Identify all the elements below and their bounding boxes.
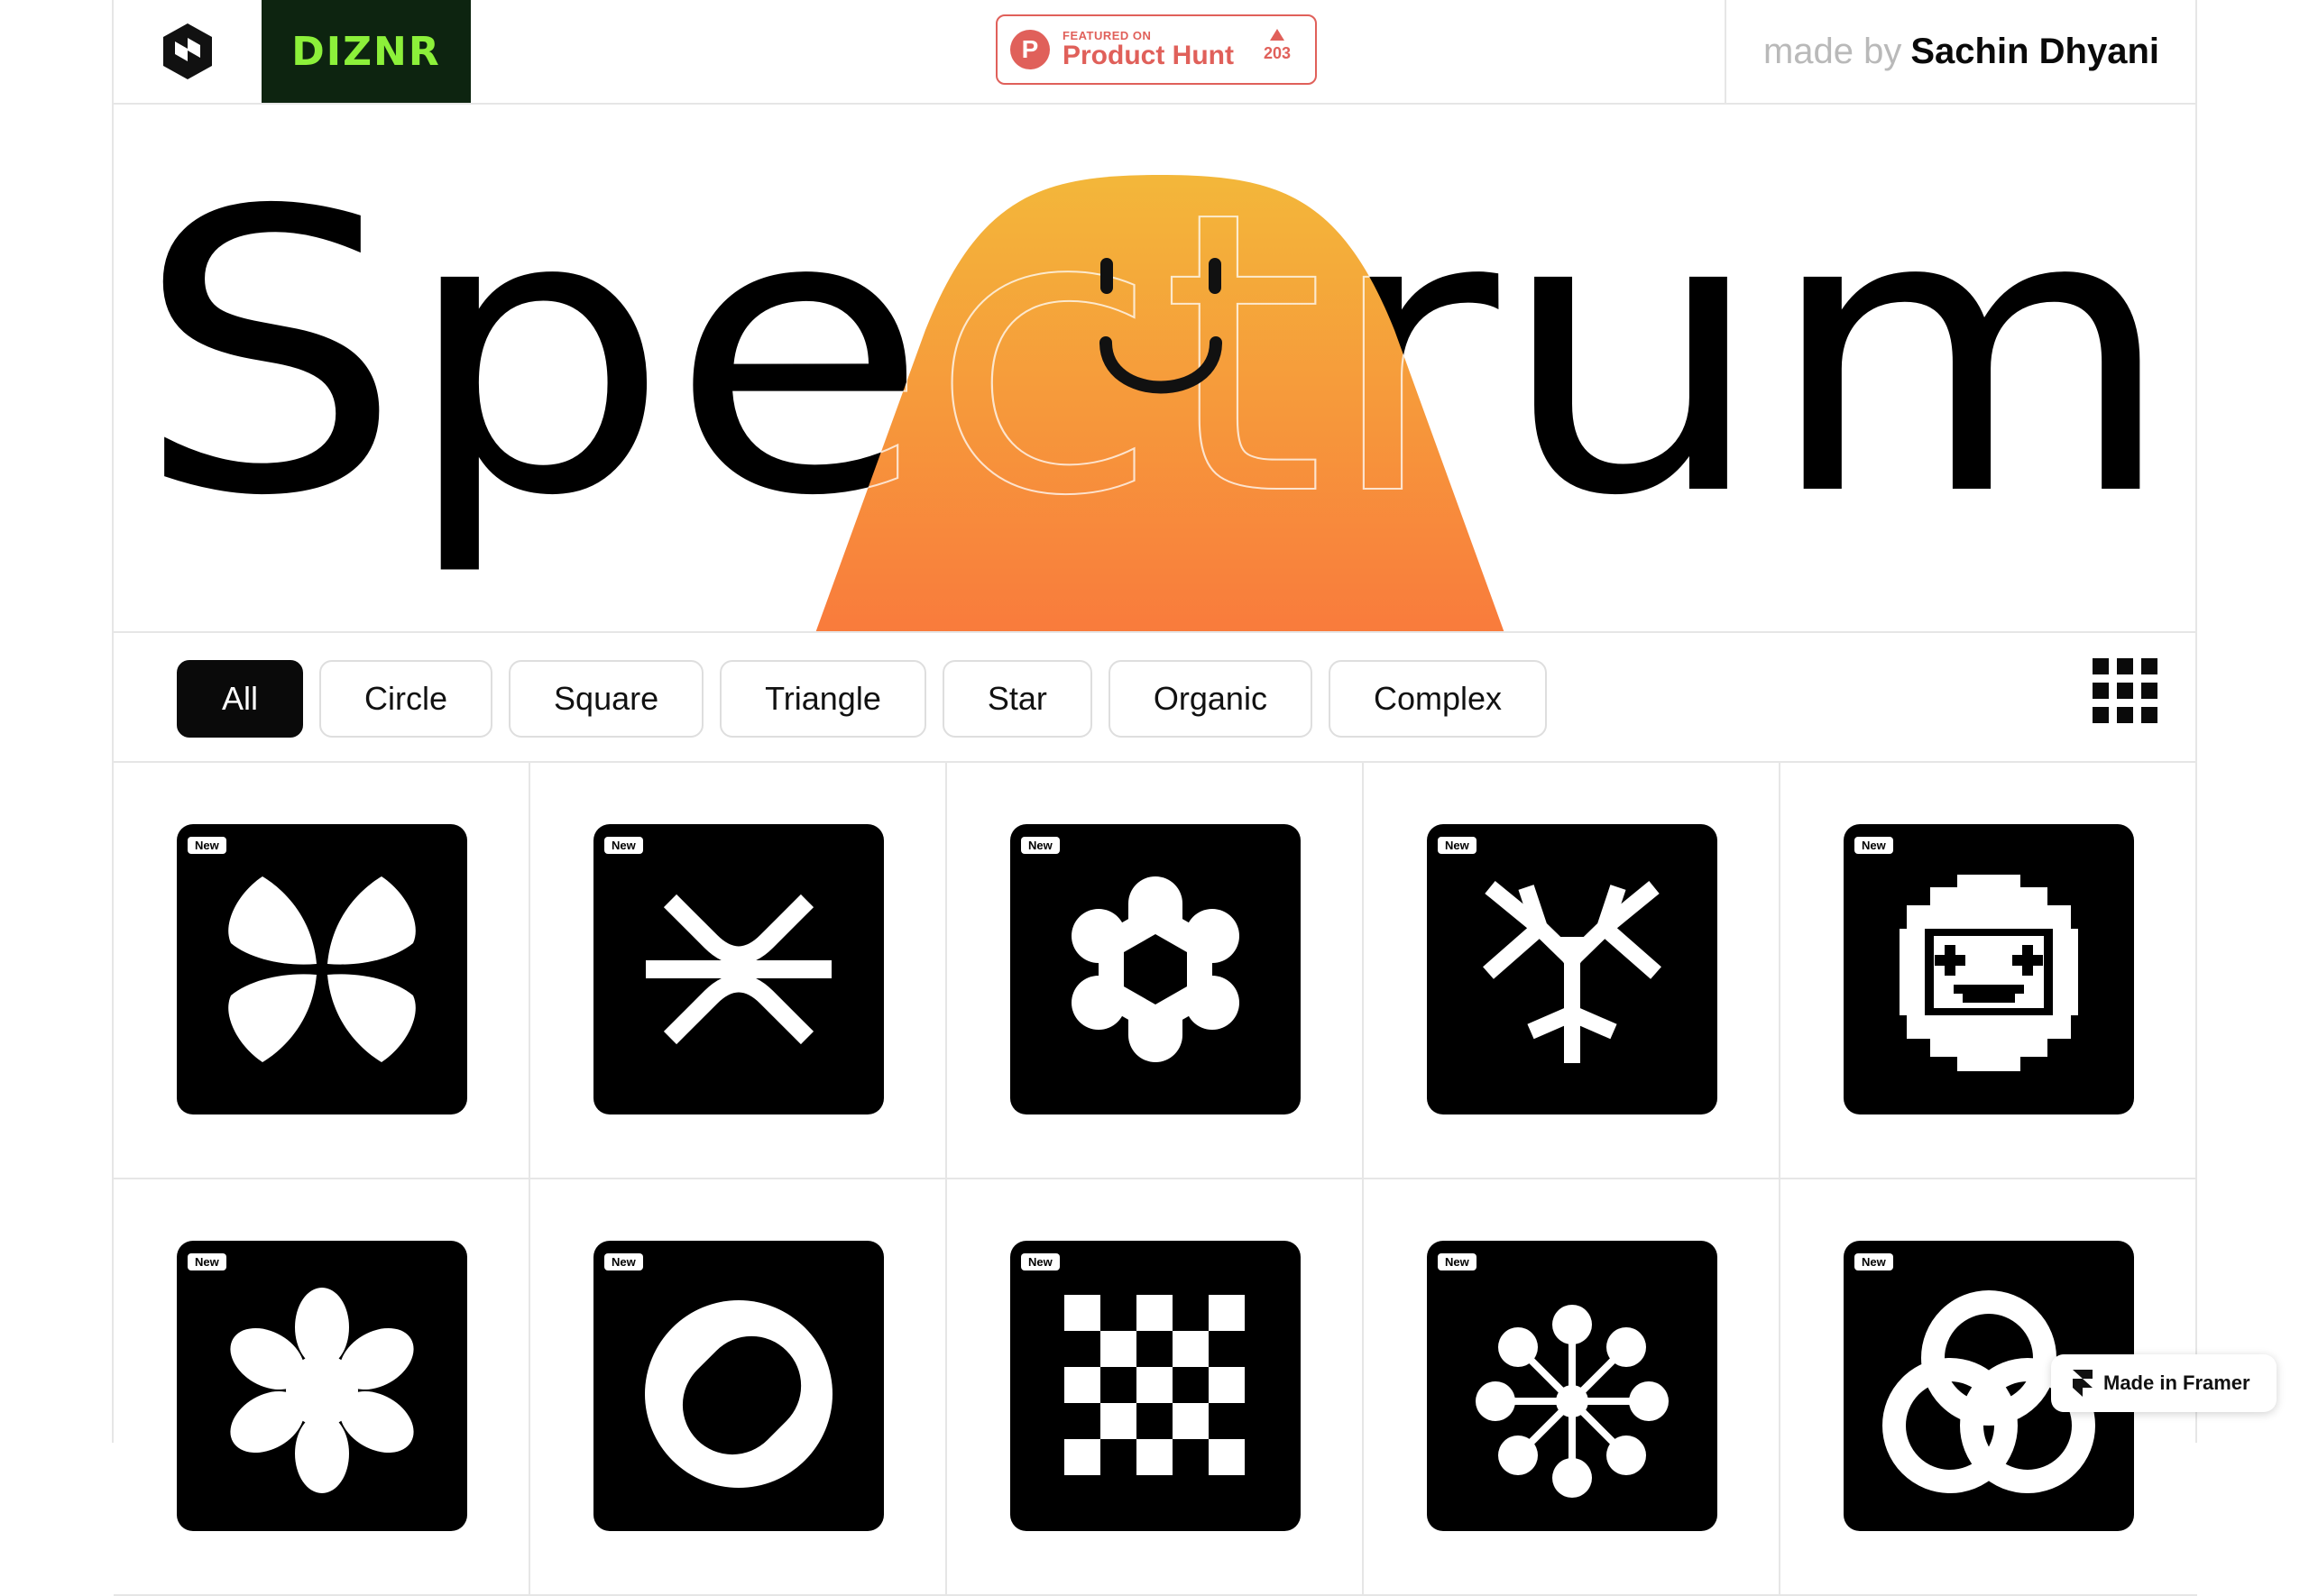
checker-stamp-icon (1064, 1295, 1245, 1475)
product-hunt-letter: P (1021, 35, 1039, 63)
logo-link[interactable] (114, 0, 262, 103)
hero-artwork: Spectrum Spectrum (135, 130, 2176, 631)
upvote-icon (1270, 29, 1284, 41)
product-hunt-votes: 203 (1259, 29, 1295, 63)
shape-card[interactable]: New (593, 1241, 884, 1531)
pixel-smiley-flower-icon (1900, 875, 2078, 1071)
chip-label: Complex (1373, 680, 1503, 717)
rounded-asterisk-icon (230, 1288, 414, 1493)
shape-cell[interactable]: New (1780, 763, 2197, 1179)
framer-logo-icon (2073, 1370, 2093, 1397)
chip-label: Triangle (765, 680, 881, 717)
cross-arrows-icon (646, 894, 832, 1045)
shape-cell[interactable]: New (114, 763, 530, 1179)
slanted-ring-icon (645, 1300, 833, 1488)
shape-card[interactable]: New (1427, 824, 1717, 1114)
filter-chip-organic[interactable]: Organic (1108, 660, 1312, 738)
shape-card[interactable]: New (1844, 824, 2134, 1114)
chip-label: All (222, 680, 259, 717)
shape-cell[interactable]: New (530, 1179, 947, 1596)
chip-label: Circle (364, 680, 448, 717)
vote-count: 203 (1263, 44, 1292, 62)
filter-chip-complex[interactable]: Complex (1328, 660, 1548, 738)
shape-card[interactable]: New (177, 1241, 467, 1531)
chip-label: Square (554, 680, 659, 717)
framer-badge-label: Made in Framer (2103, 1371, 2250, 1394)
filter-chip-triangle[interactable]: Triangle (720, 660, 926, 738)
brand-name: DIZNR (291, 28, 441, 75)
filter-bar: All Circle Square Triangle Star Organic … (114, 633, 2195, 763)
filter-chip-star[interactable]: Star (942, 660, 1092, 738)
grid-view-icon[interactable] (2093, 658, 2157, 723)
product-hunt-badge[interactable]: P FEATURED ON Product Hunt 203 (996, 14, 1317, 85)
shape-cell[interactable]: New (1364, 763, 1780, 1179)
shape-card[interactable]: New (1427, 1241, 1717, 1531)
shape-cell[interactable]: New (947, 1179, 1364, 1596)
shape-cell[interactable]: New (1364, 1179, 1780, 1596)
shapes-grid: New New New New New New New New New New (114, 763, 2197, 1596)
product-hunt-icon: P (1010, 30, 1050, 69)
hero-section: Spectrum Spectrum (114, 105, 2195, 633)
made-in-framer-badge[interactable]: Made in Framer (2051, 1354, 2277, 1412)
brand-link[interactable]: DIZNR (262, 0, 471, 103)
shape-card[interactable]: New (1010, 824, 1301, 1114)
chip-label: Star (987, 680, 1047, 717)
shape-card[interactable]: New (593, 824, 884, 1114)
product-hunt-title: Product Hunt (1063, 40, 1234, 70)
shape-card[interactable]: New (1010, 1241, 1301, 1531)
four-petal-clover-icon (228, 876, 416, 1062)
filter-chip-square[interactable]: Square (509, 660, 704, 738)
filter-chip-all[interactable]: All (177, 660, 304, 738)
filter-chips: All Circle Square Triangle Star Organic … (177, 660, 1548, 738)
shape-card[interactable]: New (177, 824, 467, 1114)
dizainr-hex-logo-icon (163, 23, 212, 79)
chip-label: Organic (1153, 680, 1267, 717)
branching-tri-star-icon (1483, 881, 1661, 1063)
radial-dots-icon (1476, 1305, 1669, 1498)
shape-cell[interactable]: New (114, 1179, 530, 1596)
filter-chip-circle[interactable]: Circle (319, 660, 493, 738)
page-frame: DIZNR P FEATURED ON Product Hunt 203 mad… (112, 0, 2197, 1596)
maker-name: Sachin Dhyani (1910, 31, 2159, 71)
shape-cell[interactable]: New (947, 763, 1364, 1179)
top-header: DIZNR P FEATURED ON Product Hunt 203 mad… (114, 0, 2195, 105)
maker-credit[interactable]: made by Sachin Dhyani (1725, 0, 2195, 103)
hex-flower-icon (1072, 876, 1239, 1062)
shape-cell[interactable]: New (530, 763, 947, 1179)
maker-prefix: made by (1762, 31, 1902, 71)
